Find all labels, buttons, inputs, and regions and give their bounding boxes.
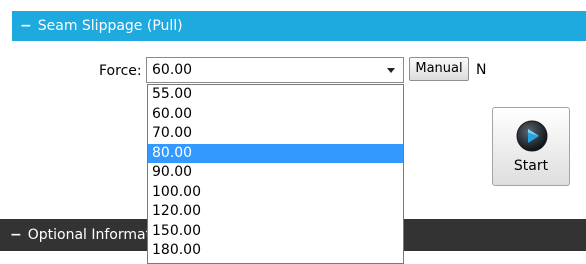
dropdown-arrow-icon[interactable] [387,68,395,73]
section-title: Seam Slippage (Pull) [37,18,183,34]
force-select[interactable]: 60.00 [146,57,404,83]
dropdown-option[interactable]: 90.00 [148,163,403,183]
collapse-icon[interactable]: − [20,11,32,41]
play-icon [516,120,548,152]
collapse-icon[interactable]: − [10,219,22,251]
dropdown-option[interactable]: 70.00 [148,124,403,144]
manual-button[interactable]: Manual [409,57,469,81]
force-label: Force: [99,63,142,79]
force-selected-value: 60.00 [152,62,193,78]
start-label: Start [513,158,549,174]
seam-slippage-section-header[interactable]: − Seam Slippage (Pull) [12,11,586,41]
dropdown-option[interactable]: 150.00 [148,222,403,242]
start-button[interactable]: Start [492,107,570,186]
dropdown-option[interactable]: 55.00 [148,85,403,105]
dropdown-option[interactable]: 100.00 [148,183,403,203]
dropdown-option-highlighted[interactable]: 80.00 [148,143,403,163]
dropdown-option[interactable]: 60.00 [148,105,403,125]
dropdown-option[interactable]: 120.00 [148,202,403,222]
force-unit-label: N [476,62,487,78]
force-dropdown-list[interactable]: 55.00 60.00 70.00 80.00 90.00 100.00 120… [147,84,404,264]
section-title: Optional Informati [27,227,155,243]
